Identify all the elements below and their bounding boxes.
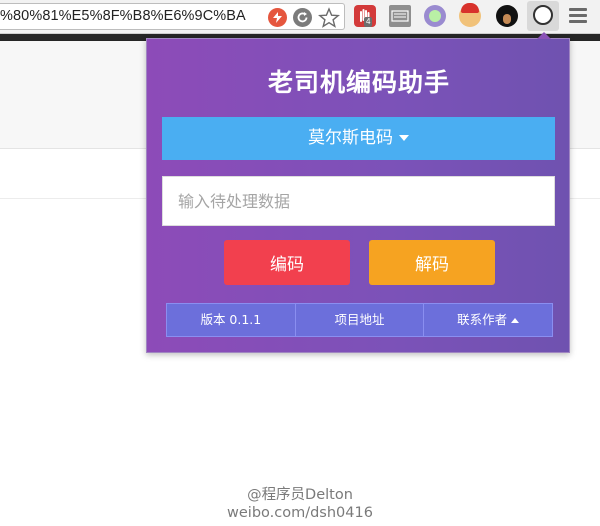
refresh-icon[interactable] — [293, 8, 312, 27]
url-text[interactable]: %80%81%E5%8F%B8%E6%9C%BA — [0, 8, 246, 24]
popup-footer: 版本 0.1.1 项目地址 联系作者 — [166, 303, 553, 337]
version-link[interactable]: 版本 0.1.1 — [167, 304, 296, 336]
extension-badge: 4 — [364, 17, 373, 27]
menu-icon[interactable] — [569, 8, 587, 24]
watermark-line-1: @程序员Delton — [247, 487, 353, 503]
contact-author-button[interactable]: 联系作者 — [424, 304, 552, 336]
hand-icon[interactable]: 4 — [354, 5, 376, 27]
browser-toolbar: %80%81%E5%8F%B8%E6%9C%BA 4 — [0, 0, 600, 34]
decode-button[interactable]: 解码 — [369, 240, 495, 285]
lightning-icon[interactable] — [268, 8, 287, 27]
popup-title: 老司机编码助手 — [267, 68, 450, 97]
encoding-select-label: 莫尔斯电码 — [308, 128, 393, 148]
encoder-popup: 老司机编码助手 莫尔斯电码 编码 解码 版本 0.1.1 项目地址 联系作者 — [146, 32, 570, 353]
extension-active-icon[interactable] — [527, 1, 559, 31]
extension-glyph-icon — [533, 5, 553, 25]
caret-up-icon — [511, 318, 520, 323]
keyboard-icon[interactable] — [389, 5, 411, 27]
encode-button[interactable]: 编码 — [224, 240, 350, 285]
encoding-select[interactable]: 莫尔斯电码 — [162, 117, 555, 160]
circle-icon[interactable] — [424, 5, 446, 27]
caret-down-icon — [399, 135, 409, 141]
address-bar[interactable]: %80%81%E5%8F%B8%E6%9C%BA — [0, 3, 345, 30]
data-input[interactable] — [162, 176, 555, 226]
afro-icon[interactable] — [496, 5, 518, 27]
project-link[interactable]: 项目地址 — [296, 304, 425, 336]
watermark: @程序员Delton weibo.com/dsh0416 — [190, 486, 410, 522]
star-icon[interactable] — [317, 7, 341, 29]
santa-icon[interactable] — [459, 3, 481, 27]
contact-author-label: 联系作者 — [457, 312, 508, 327]
watermark-line-2: weibo.com/dsh0416 — [227, 505, 373, 521]
